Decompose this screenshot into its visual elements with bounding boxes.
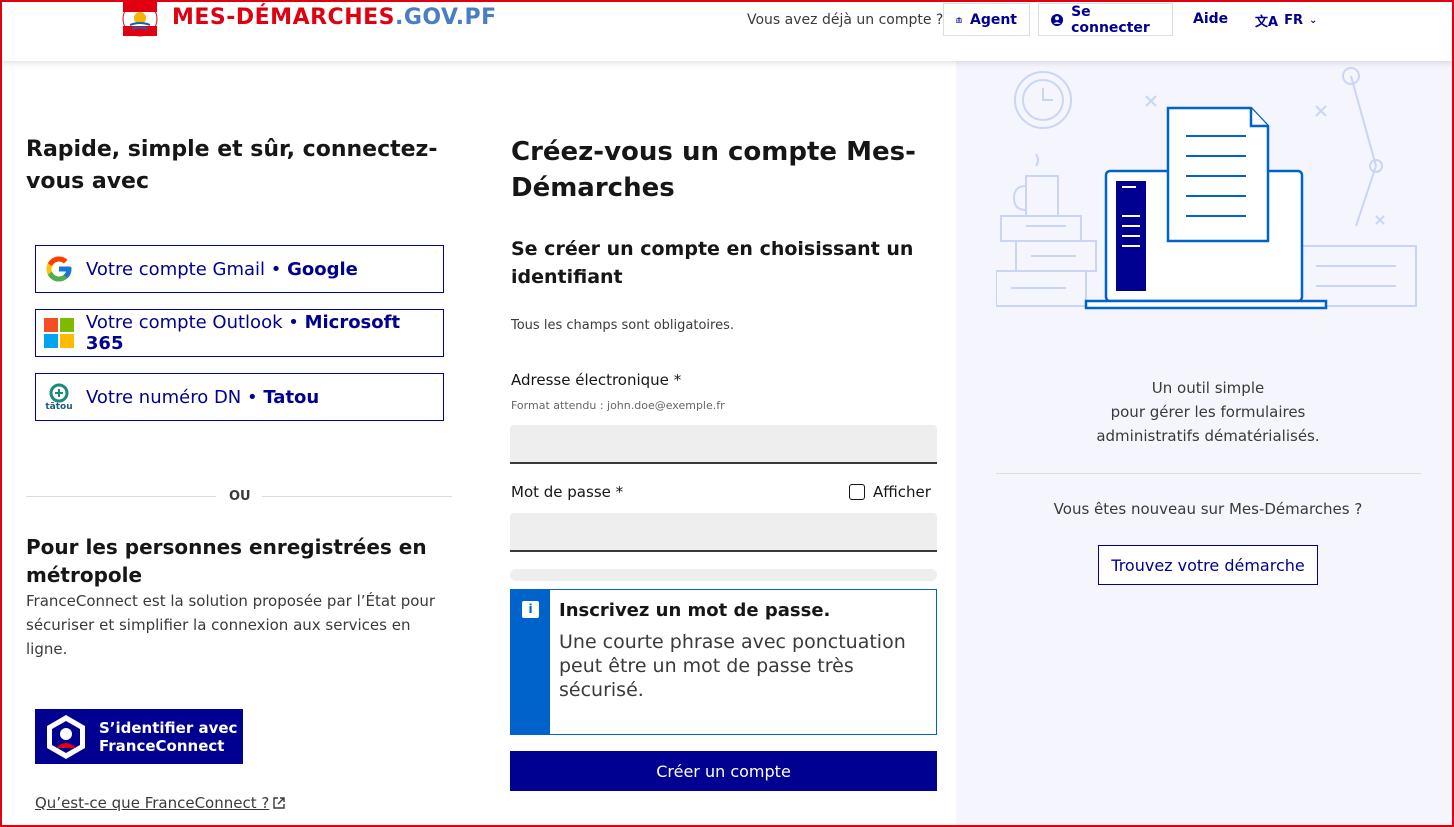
agent-button-label: Agent xyxy=(969,11,1017,28)
password-label: Mot de passe * xyxy=(511,483,623,501)
right-divider xyxy=(996,473,1421,474)
franceconnect-logo-icon xyxy=(47,714,85,759)
login-button[interactable]: Se connecter xyxy=(1038,3,1173,36)
email-input[interactable] xyxy=(510,425,937,464)
external-link-icon xyxy=(273,797,286,809)
franceconnect-line2: FranceConnect xyxy=(99,736,225,755)
password-strength-bar xyxy=(510,569,937,581)
metropole-title: Pour les personnes enregistrées en métro… xyxy=(26,535,427,587)
microsoft-login-label: Votre compte Outlook • Microsoft 365 xyxy=(85,312,401,354)
right-info-panel: Un outil simple pour gérer les formulair… xyxy=(956,61,1452,825)
separator-line-right xyxy=(262,496,452,497)
login-button-label: Se connecter xyxy=(1071,3,1150,36)
tatou-icon: tātou xyxy=(42,380,76,414)
password-label-text: Mot de passe xyxy=(511,483,611,501)
chevron-down-icon: ⌄ xyxy=(1308,15,1318,26)
provider-name: Votre numéro DN xyxy=(86,386,242,408)
email-hint: Format attendu : john.doe@exemple.fr xyxy=(511,399,725,412)
provider-brand: Google xyxy=(287,258,358,280)
email-label: Adresse électronique * xyxy=(511,371,681,389)
notice-title: Inscrivez un mot de passe. xyxy=(559,600,831,621)
provider-brand: Tatou xyxy=(263,386,320,408)
help-link[interactable]: Aide xyxy=(1193,11,1228,27)
site-logo[interactable]: MES-DÉMARCHES.GOV.PF xyxy=(172,5,497,30)
franceconnect-line1: S’identifier avec xyxy=(99,718,238,737)
language-selector[interactable]: 文A FR ⌄ xyxy=(1255,11,1317,30)
google-login-button[interactable]: Votre compte Gmail • Google xyxy=(35,245,444,293)
translate-icon: 文A xyxy=(1255,15,1279,30)
franceconnect-info-link[interactable]: Qu’est-ce que FranceConnect ? xyxy=(35,794,286,812)
find-procedure-button[interactable]: Trouvez votre démarche xyxy=(1098,545,1318,585)
franceconnect-info-label: Qu’est-ce que FranceConnect ? xyxy=(35,794,270,812)
tool-description-line: Un outil simple xyxy=(1151,379,1265,397)
agent-button[interactable]: Agent xyxy=(943,3,1030,36)
show-password-label: Afficher xyxy=(873,483,931,501)
required-marker: * xyxy=(673,371,682,389)
google-login-label: Votre compte Gmail • Google xyxy=(86,258,358,280)
password-info-notice: i Inscrivez un mot de passe. Une courte … xyxy=(510,589,937,735)
new-user-question: Vous êtes nouveau sur Mes-Démarches ? xyxy=(1053,500,1363,518)
tatou-icon-text: tātou xyxy=(45,401,73,412)
create-account-title: Créez-vous un compte Mes-Démarches xyxy=(511,137,916,203)
logo-text-main: MES-DÉMARCHES xyxy=(172,5,395,30)
account-question: Vous avez déjà un compte ? xyxy=(747,12,944,28)
notice-body: Une courte phrase avec ponctuation peut … xyxy=(559,631,906,701)
password-input[interactable] xyxy=(510,513,937,552)
provider-name: Votre compte Gmail xyxy=(86,258,266,280)
tatou-login-label: Votre numéro DN • Tatou xyxy=(86,386,320,408)
laptop-documents-illustration xyxy=(996,67,1417,310)
provider-name: Votre compte Outlook xyxy=(85,312,283,333)
tool-description: Un outil simple pour gérer les formulair… xyxy=(956,376,1454,448)
google-icon xyxy=(42,252,76,286)
show-password-checkbox[interactable] xyxy=(849,484,865,500)
user-circle-icon xyxy=(1051,13,1064,26)
tool-description-line: administratifs dématérialisés. xyxy=(1096,427,1320,445)
microsoft-icon xyxy=(42,316,76,350)
tool-description-line: pour gérer les formulaires xyxy=(1110,403,1306,421)
language-label: FR xyxy=(1284,13,1303,28)
franceconnect-button[interactable]: S’identifier avec FranceConnect xyxy=(35,709,243,764)
connect-with-title: Rapide, simple et sûr, connectez-vous av… xyxy=(26,137,438,194)
building-icon xyxy=(956,16,962,23)
show-password-toggle[interactable]: Afficher xyxy=(849,483,931,501)
info-icon: i xyxy=(522,601,539,618)
required-fields-note: Tous les champs sont obligatoires. xyxy=(511,318,734,333)
create-account-button[interactable]: Créer un compte xyxy=(510,751,937,791)
franceconnect-description: FranceConnect est la solution proposée p… xyxy=(26,592,436,658)
header: MES-DÉMARCHES.GOV.PF Vous avez déjà un c… xyxy=(0,0,1454,61)
logo-text-domain: .GOV.PF xyxy=(394,5,497,30)
email-label-text: Adresse électronique xyxy=(511,371,669,389)
separator-or: OU xyxy=(229,489,251,504)
create-account-subtitle: Se créer un compte en choisissant un ide… xyxy=(511,238,914,288)
separator-line-left xyxy=(26,496,216,497)
notice-side-bar: i xyxy=(511,590,550,734)
tatou-login-button[interactable]: tātou Votre numéro DN • Tatou xyxy=(35,373,444,421)
required-marker: * xyxy=(615,483,624,501)
polynesia-emblem-icon[interactable] xyxy=(122,1,158,37)
microsoft-login-button[interactable]: Votre compte Outlook • Microsoft 365 xyxy=(35,309,444,357)
